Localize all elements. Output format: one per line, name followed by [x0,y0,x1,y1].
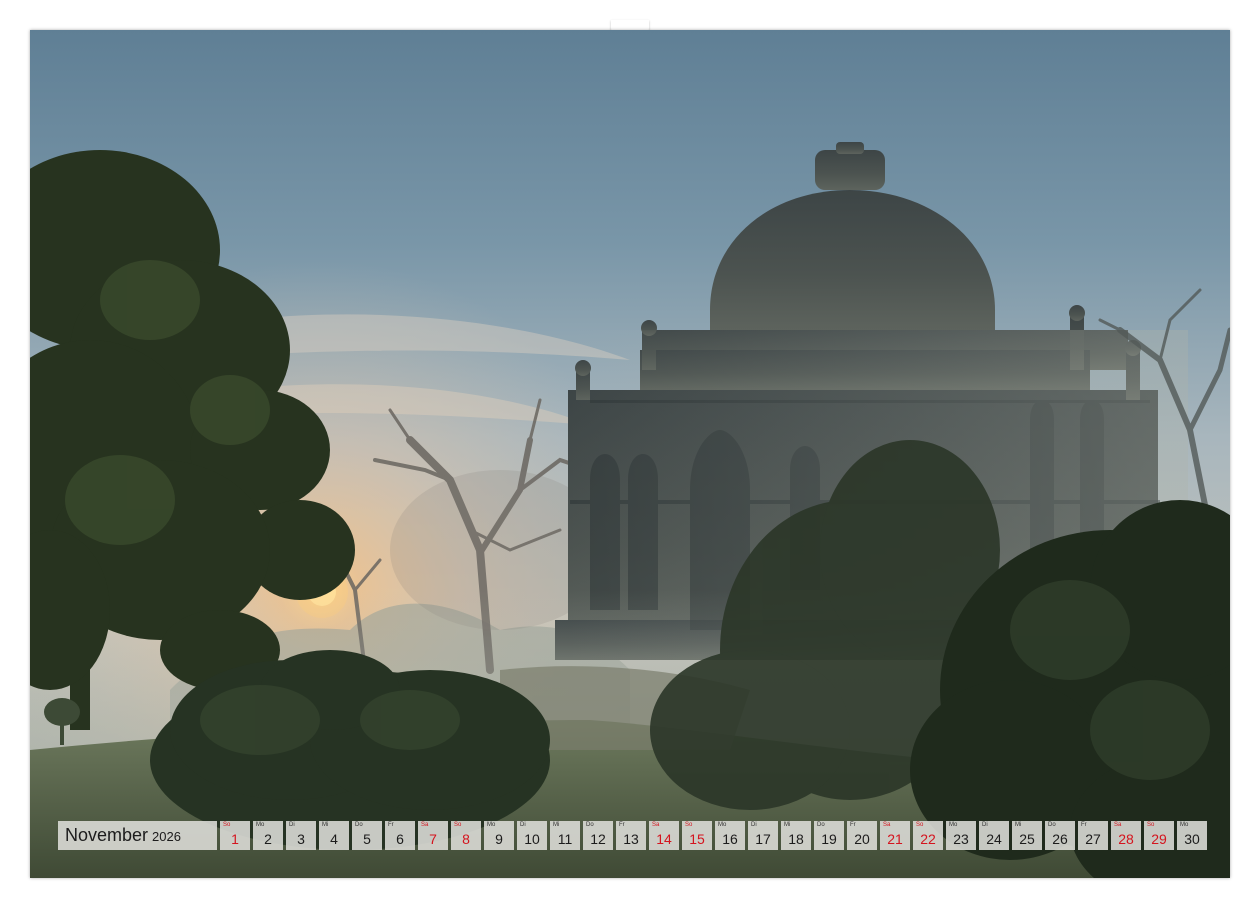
day-number: 14 [656,831,672,847]
calendar-strip: November 2026 So 1 Mo 2 Di 3 Mi 4 Do 5 Fr 6 Sa 7 So 8 Mo 9… [58,821,1207,850]
day-number: 19 [821,831,837,847]
day-number: 3 [297,831,305,847]
day-cell: Fr 13 [616,821,646,850]
day-cell: So 8 [451,821,481,850]
day-number: 5 [363,831,371,847]
day-cell: Di 17 [748,821,778,850]
day-cell: Sa 21 [880,821,910,850]
day-cell: Di 24 [979,821,1009,850]
day-cell: Mo 23 [946,821,976,850]
weekday-label: Mi [1015,822,1022,828]
day-number: 22 [920,831,936,847]
weekday-label: Sa [1114,822,1122,828]
month-year: 2026 [152,829,181,844]
weekday-label: Sa [652,822,660,828]
day-number: 15 [689,831,705,847]
day-cell: Fr 27 [1078,821,1108,850]
day-number: 10 [524,831,540,847]
weekday-label: Mo [949,822,958,828]
day-cell: Mi 4 [319,821,349,850]
weekday-label: Fr [850,822,856,828]
day-number: 13 [623,831,639,847]
weekday-label: Sa [421,822,429,828]
day-cell: Do 19 [814,821,844,850]
weekday-label: Di [751,822,757,828]
weekday-label: So [685,822,693,828]
day-cell: Do 12 [583,821,613,850]
day-cell: Sa 28 [1111,821,1141,850]
weekday-label: Mo [487,822,496,828]
day-cell: Fr 20 [847,821,877,850]
day-cell: Di 3 [286,821,316,850]
day-cell: Do 26 [1045,821,1075,850]
day-number: 26 [1052,831,1068,847]
day-number: 7 [429,831,437,847]
day-number: 21 [887,831,903,847]
day-cell: So 15 [682,821,712,850]
month-name: November [65,825,149,845]
day-cell: Mo 16 [715,821,745,850]
day-number: 16 [722,831,738,847]
weekday-label: So [223,822,231,828]
weekday-label: Fr [619,822,625,828]
weekday-label: Fr [388,822,394,828]
day-cell: Mo 30 [1177,821,1207,850]
weekday-label: So [916,822,924,828]
weekday-label: Di [520,822,526,828]
weekday-label: Do [1048,822,1056,828]
day-number: 29 [1151,831,1167,847]
day-number: 11 [557,831,573,847]
day-number: 25 [1019,831,1035,847]
weekday-label: Mi [553,822,560,828]
day-cell: Mo 9 [484,821,514,850]
day-number: 4 [330,831,338,847]
weekday-label: Mo [718,822,727,828]
day-number: 27 [1085,831,1101,847]
day-cell: Do 5 [352,821,382,850]
day-number: 2 [264,831,272,847]
weekday-label: Sa [883,822,891,828]
weekday-label: Mi [784,822,791,828]
calendar-photo [30,30,1230,878]
day-cell: So 22 [913,821,943,850]
day-number: 20 [854,831,870,847]
weekday-label: So [454,822,462,828]
day-number: 8 [462,831,470,847]
weekday-label: Di [289,822,295,828]
weekday-label: Mi [322,822,329,828]
month-label: November 2026 [58,821,217,850]
day-cell: Sa 14 [649,821,679,850]
weekday-label: Mo [1180,822,1189,828]
day-cell: Mi 25 [1012,821,1042,850]
day-number: 30 [1184,831,1200,847]
day-number: 1 [231,831,239,847]
day-number: 18 [788,831,804,847]
day-cell: Mo 2 [253,821,283,850]
day-number: 17 [755,831,771,847]
day-number: 9 [495,831,503,847]
weekday-label: Do [586,822,594,828]
day-cell: Sa 7 [418,821,448,850]
weekday-label: Do [817,822,825,828]
day-number: 28 [1118,831,1134,847]
weekday-label: Fr [1081,822,1087,828]
weekday-label: Di [982,822,988,828]
weekday-label: So [1147,822,1155,828]
day-number: 24 [986,831,1002,847]
day-cell: So 1 [220,821,250,850]
day-cell: Mi 18 [781,821,811,850]
day-cell: Fr 6 [385,821,415,850]
weekday-label: Mo [256,822,265,828]
day-cell: Di 10 [517,821,547,850]
day-number: 23 [953,831,969,847]
day-number: 6 [396,831,404,847]
day-cell: Mi 11 [550,821,580,850]
day-number: 12 [590,831,606,847]
weekday-label: Do [355,822,363,828]
day-cell: So 29 [1144,821,1174,850]
